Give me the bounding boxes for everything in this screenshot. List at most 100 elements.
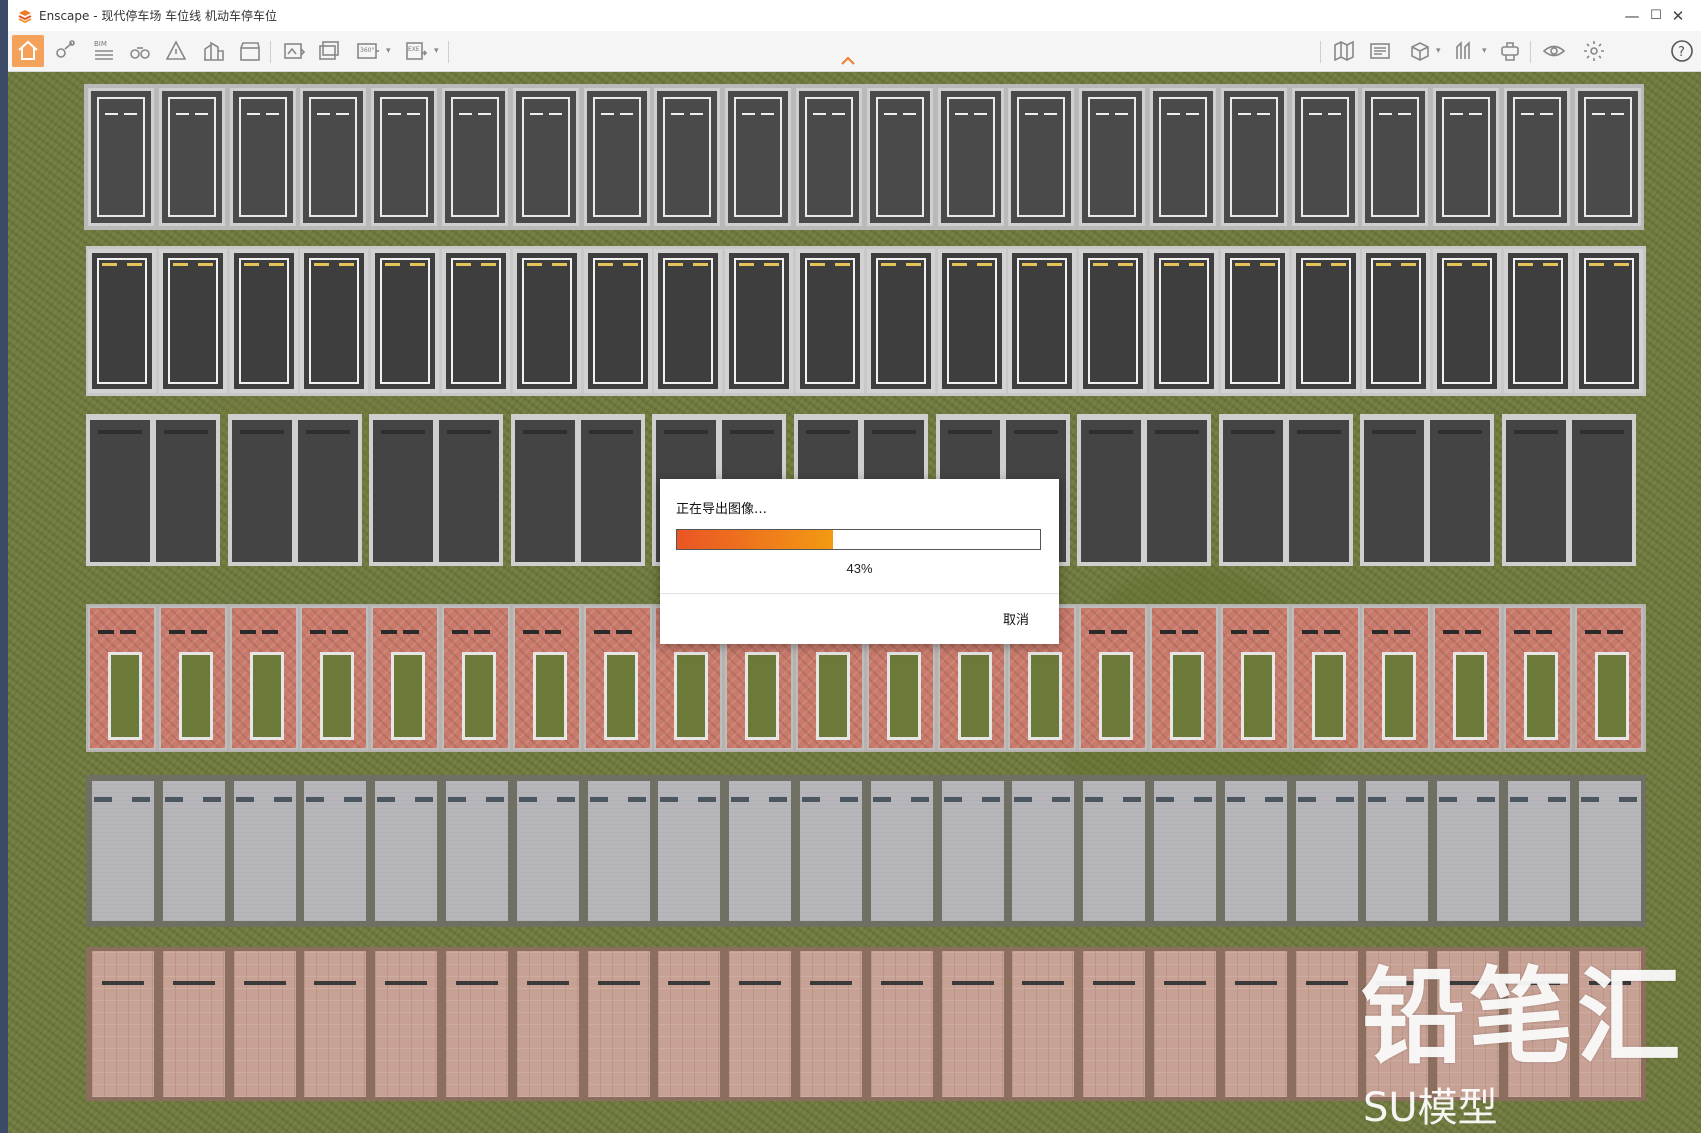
parking-stall-pair (510, 414, 645, 566)
wheel-stop (522, 630, 539, 634)
parking-row-concrete (86, 775, 1646, 927)
grass-island (1594, 652, 1629, 740)
parking-stall (1008, 249, 1077, 393)
parking-stall (1220, 606, 1289, 750)
parking-stall (729, 951, 792, 1097)
objects-button[interactable] (198, 35, 230, 67)
parking-stall (446, 781, 508, 921)
wheel-stop (802, 797, 820, 802)
view-mode-button[interactable] (1404, 35, 1436, 67)
parking-stall (1506, 420, 1566, 562)
parking-stall (229, 606, 298, 750)
window-title: Enscape - 现代停车场 车位线 机动车停车位 (39, 9, 277, 23)
parking-stall (90, 420, 150, 562)
help-button[interactable]: ? (1666, 35, 1698, 67)
export-dropdown-caret-icon[interactable]: ▾ (434, 46, 439, 56)
parking-stall (1154, 781, 1216, 921)
atmosphere-button[interactable] (160, 35, 192, 67)
parking-stall (1574, 88, 1641, 226)
wheel-stop (306, 797, 325, 802)
views-button[interactable] (48, 35, 80, 67)
video-editor-button[interactable] (234, 35, 266, 67)
wheel-stop (377, 797, 396, 802)
wheel-stop (1234, 981, 1277, 985)
wheel-stop (981, 797, 1000, 802)
parking-stall (1150, 249, 1218, 393)
parking-stall (1012, 951, 1075, 1097)
wheel-stop (310, 630, 327, 634)
export-exe-button[interactable]: EXE (400, 35, 432, 67)
wheel-stop (1156, 797, 1174, 802)
bim-button[interactable]: BIM (88, 35, 120, 67)
section-dropdown-caret-icon[interactable]: ▾ (1482, 46, 1487, 56)
parking-stall (587, 781, 650, 921)
wheel-stop (1252, 630, 1269, 634)
grass-island (462, 652, 496, 740)
collapse-toolbar-chevron-icon[interactable] (840, 54, 856, 66)
wheel-stop (668, 981, 711, 985)
wheel-stop (1301, 630, 1318, 634)
parking-stall (1222, 420, 1283, 562)
wheel-stop (243, 981, 286, 985)
parking-stall (1083, 951, 1146, 1097)
wheel-stop (132, 797, 150, 802)
capture-settings-button[interactable] (1494, 35, 1526, 67)
parking-stall (583, 249, 652, 393)
grass-island (391, 652, 426, 740)
panorama-button[interactable]: 360° (352, 35, 384, 67)
walk-mode-button[interactable] (124, 35, 156, 67)
parking-stall (512, 606, 581, 750)
wheel-stop (1297, 797, 1316, 802)
asset-library-button[interactable] (1364, 35, 1396, 67)
cancel-button[interactable]: 取消 (1003, 609, 1029, 628)
view-mode-dropdown-caret-icon[interactable]: ▾ (1436, 46, 1441, 56)
wheel-stop (1618, 797, 1637, 802)
wheel-stop (615, 630, 632, 634)
parking-stall (800, 951, 862, 1097)
map-button[interactable] (1328, 35, 1360, 67)
settings-button[interactable] (1578, 35, 1610, 67)
wheel-stop (556, 797, 575, 802)
wheel-stop (872, 797, 891, 802)
wheel-stop (1164, 981, 1206, 985)
parking-stall (156, 420, 216, 562)
wheel-stop (1584, 630, 1601, 634)
parking-stall (162, 951, 225, 1097)
grass-island (1524, 652, 1558, 740)
parking-stall (375, 951, 438, 1097)
wheel-stop (486, 797, 504, 802)
parking-stall (1079, 249, 1148, 393)
section-button[interactable] (1448, 35, 1480, 67)
wheel-stop (98, 630, 114, 634)
location-pin-icon (56, 40, 75, 58)
wheel-stop (518, 797, 537, 802)
wheel-stop (1052, 797, 1071, 802)
parking-stall-pair (86, 414, 220, 566)
parking-stall-pair (1360, 414, 1495, 566)
parking-stall (1150, 606, 1218, 750)
wheel-stop (1368, 797, 1387, 802)
wheel-stop (1323, 630, 1340, 634)
wheel-stop (332, 630, 349, 634)
batch-render-button[interactable] (314, 35, 346, 67)
parking-stall (1147, 420, 1208, 562)
wheel-stop (1022, 981, 1065, 985)
parking-stall (300, 249, 369, 393)
panorama-dropdown-caret-icon[interactable]: ▾ (386, 46, 391, 56)
parking-stall (229, 88, 296, 226)
wheel-stop (1089, 630, 1106, 634)
vr-view-button[interactable] (1538, 35, 1570, 67)
home-button[interactable] (12, 35, 44, 67)
close-button[interactable]: ✕ (1655, 0, 1701, 31)
parking-stall (725, 249, 794, 393)
parking-stall (442, 249, 510, 393)
wheel-stop (1580, 797, 1599, 802)
wheel-stop (1510, 797, 1528, 802)
screenshot-button[interactable] (278, 35, 310, 67)
bim-list-icon: BIM (94, 40, 113, 60)
dialog-divider (660, 593, 1059, 594)
parking-stall (1220, 249, 1289, 393)
wheel-stop (739, 981, 782, 985)
parking-stall (1295, 951, 1358, 1097)
parking-stall (658, 781, 721, 921)
